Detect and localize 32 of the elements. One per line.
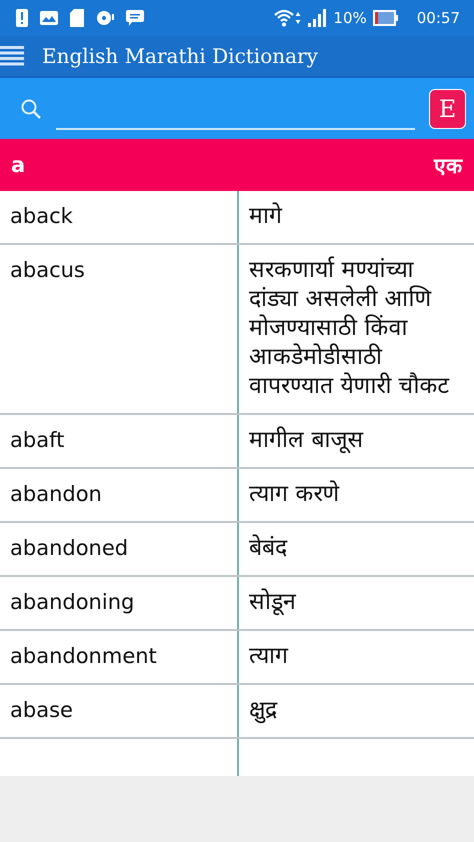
meaning-cell[interactable]: मागील बाजूस (239, 415, 474, 467)
letter-meaning: एक (434, 153, 462, 179)
search-icon (20, 98, 42, 120)
language-button[interactable]: E (429, 88, 466, 128)
image-icon (40, 11, 58, 25)
word-cell[interactable]: abandoning (0, 577, 239, 629)
word-cell[interactable]: abandoned (0, 523, 239, 575)
app-title: English Marathi Dictionary (42, 44, 318, 68)
menu-icon[interactable] (0, 46, 24, 66)
sd-card-icon (70, 9, 84, 27)
battery-percent: 10% (333, 9, 367, 27)
word-cell[interactable]: abacus (0, 245, 239, 413)
disc-icon (96, 10, 114, 26)
meaning-cell[interactable]: सोडून (239, 577, 474, 629)
word-cell[interactable]: abase (0, 685, 239, 737)
word-cell[interactable]: aback (0, 191, 239, 243)
message-icon (126, 10, 144, 26)
meaning-cell[interactable]: क्षुद्र (239, 685, 474, 737)
meaning-cell[interactable]: मागे (239, 191, 474, 243)
meaning-cell[interactable]: सरकणार्या मण्यांच्या दांड्या असलेली आणि मोजण्यासाठी किंवा आकडेमोडीसाठी वापरण्यात येणारी चौकट (239, 245, 474, 413)
clock-time: 00:57 (416, 9, 460, 27)
word-cell[interactable]: abandon (0, 469, 239, 521)
meaning-cell[interactable]: बेबंद (239, 523, 474, 575)
battery-icon (372, 10, 399, 26)
meaning-cell[interactable]: त्याग करणे (239, 469, 474, 521)
meaning-cell[interactable]: त्याग (239, 631, 474, 683)
letter-heading: a (11, 153, 26, 177)
alert-icon (16, 9, 28, 27)
word-cell[interactable]: abaft (0, 415, 239, 467)
signal-icon (307, 9, 328, 27)
word-cell[interactable]: abandonment (0, 631, 239, 683)
wifi-icon (273, 9, 302, 27)
